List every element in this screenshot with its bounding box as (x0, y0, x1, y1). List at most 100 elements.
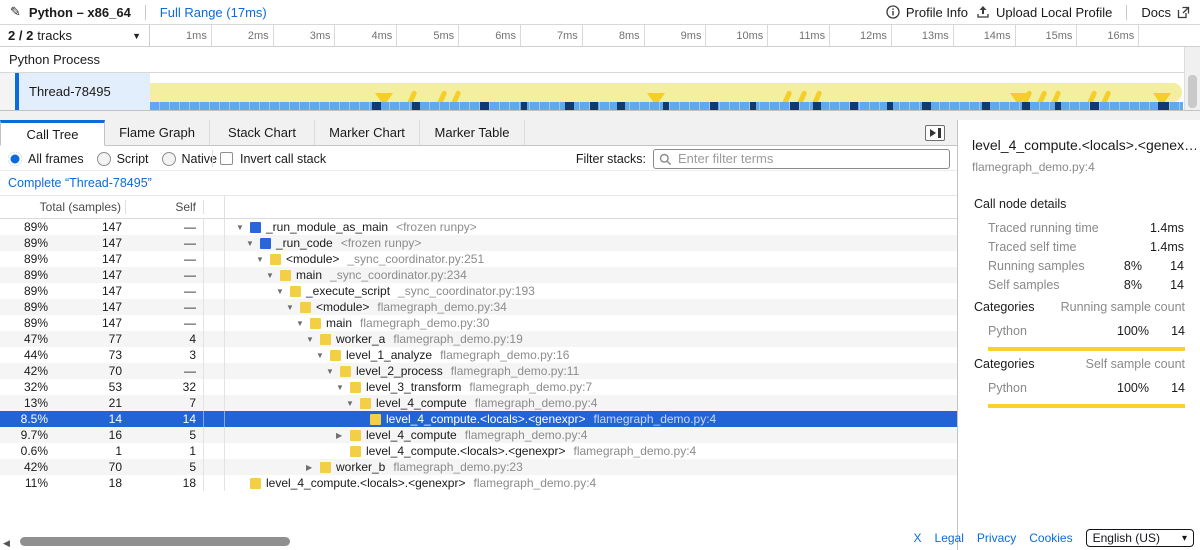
function-location: flamegraph_demo.py:16 (440, 348, 569, 362)
expand-collapse-icon[interactable]: ▼ (246, 239, 260, 248)
expand-collapse-icon[interactable]: ▼ (276, 287, 290, 296)
call-tree-row[interactable]: 89% 147 — ▼ _run_code <frozen runpy> (0, 235, 957, 251)
function-cell: level_4_compute.<locals>.<genexpr> flame… (225, 412, 716, 426)
timeline-scrollbar-thumb[interactable] (1188, 75, 1197, 108)
panel-tab[interactable]: Call Tree (0, 120, 105, 146)
busy-sample-segment (372, 102, 381, 110)
call-tree-row[interactable]: 13% 21 7 ▼ level_4_compute flamegraph_de… (0, 395, 957, 411)
filter-stacks-input[interactable] (653, 149, 950, 169)
frame-filter-radio[interactable]: All frames (8, 152, 84, 166)
expand-collapse-icon[interactable]: ▼ (326, 367, 340, 376)
function-cell: ▶ worker_b flamegraph_demo.py:23 (225, 460, 523, 474)
call-tree-row[interactable]: 42% 70 5 ▶ worker_b flamegraph_demo.py:2… (0, 459, 957, 475)
expand-collapse-icon[interactable]: ▼ (346, 399, 360, 408)
total-samples-cell: 147 (52, 268, 126, 282)
radio-icon[interactable] (97, 152, 111, 166)
footer-link[interactable]: Legal (935, 531, 964, 545)
thread-gutter (0, 73, 15, 110)
category-strip-cell (204, 411, 225, 427)
total-percent-cell: 32% (0, 380, 52, 394)
call-tree-row[interactable]: 32% 53 32 ▼ level_3_transform flamegraph… (0, 379, 957, 395)
ruler-tick: 12ms (830, 25, 892, 46)
sidebar-toggle-button[interactable] (925, 125, 945, 141)
footer-link[interactable]: Privacy (977, 531, 1016, 545)
breadcrumb[interactable]: Complete “Thread-78495” (8, 176, 152, 190)
call-tree-row[interactable]: 9.7% 16 5 ▶ level_4_compute flamegraph_d… (0, 427, 957, 443)
categories-title: Categories (974, 357, 1034, 371)
frame-filter-radio[interactable]: Script (97, 152, 149, 166)
total-samples-cell: 147 (52, 220, 126, 234)
function-location: flamegraph_demo.py:4 (473, 476, 596, 490)
thread-activity-canvas[interactable] (150, 73, 1184, 110)
function-name: _run_code (276, 236, 333, 250)
radio-icon[interactable] (162, 152, 176, 166)
call-tree-row[interactable]: 89% 147 — ▼ _execute_script _sync_coordi… (0, 283, 957, 299)
expand-collapse-icon[interactable]: ▼ (286, 303, 300, 312)
call-tree-row[interactable]: 42% 70 — ▼ level_2_process flamegraph_de… (0, 363, 957, 379)
function-name: level_3_transform (366, 380, 461, 394)
function-name: worker_b (336, 460, 385, 474)
function-cell: ▼ main _sync_coordinator.py:234 (225, 268, 467, 282)
ruler-tick: 3ms (274, 25, 336, 46)
process-track-header[interactable]: Python Process (0, 47, 1200, 73)
panel-tab[interactable]: Flame Graph (105, 120, 210, 145)
ruler-tick-label: 4ms (372, 30, 393, 42)
edit-profile-name-icon[interactable]: ✎ (10, 4, 21, 20)
language-select[interactable]: English (US) ▾ (1086, 529, 1194, 547)
tracks-dropdown[interactable]: 2 / 2 tracks ▼ (0, 25, 150, 46)
self-samples-cell: — (126, 251, 204, 267)
call-tree-row[interactable]: 0.6% 1 1 level_4_compute.<locals>.<genex… (0, 443, 957, 459)
full-range-link[interactable]: Full Range (17ms) (160, 5, 267, 20)
scroll-left-arrow-icon[interactable]: ◀ (3, 538, 10, 549)
ruler-tick-label: 11ms (799, 30, 825, 42)
timeline-vertical-scrollbar[interactable] (1184, 47, 1200, 110)
upload-profile-button[interactable]: Upload Local Profile (976, 5, 1112, 20)
radio-icon[interactable] (8, 152, 22, 166)
call-tree-row[interactable]: 89% 147 — ▼ <module> flamegraph_demo.py:… (0, 299, 957, 315)
invert-call-stack-control[interactable]: Invert call stack (220, 146, 326, 171)
expand-collapse-icon[interactable]: ▼ (316, 351, 330, 360)
category-strip-cell (204, 363, 225, 379)
ruler-ticks: 1ms 2ms 3ms 4ms 5ms 6ms 7ms 8ms 9ms 10ms… (150, 25, 1200, 46)
category-strip-cell (204, 219, 225, 235)
self-samples-cell: — (126, 219, 204, 235)
panel-tab[interactable]: Marker Chart (315, 120, 420, 145)
expand-collapse-icon[interactable]: ▶ (336, 431, 350, 440)
footer-link[interactable]: X (914, 531, 922, 545)
invert-call-stack-checkbox[interactable] (220, 152, 233, 165)
expand-collapse-icon[interactable]: ▼ (266, 271, 280, 280)
category-strip-cell (204, 251, 225, 267)
call-tree-row[interactable]: 89% 147 — ▼ <module> _sync_coordinator.p… (0, 251, 957, 267)
docs-link[interactable]: Docs (1141, 5, 1190, 20)
ruler-tick: 16ms (1077, 25, 1139, 46)
call-tree-row[interactable]: 89% 147 — ▼ _run_module_as_main <frozen … (0, 219, 957, 235)
panel-tab[interactable]: Stack Chart (210, 120, 315, 145)
expand-collapse-icon[interactable]: ▼ (296, 319, 310, 328)
expand-collapse-icon[interactable]: ▼ (236, 223, 250, 232)
call-tree-row[interactable]: 89% 147 — ▼ main _sync_coordinator.py:23… (0, 267, 957, 283)
detail-row: Traced running time 1.4ms (988, 218, 1184, 237)
call-tree-row[interactable]: 8.5% 14 14 level_4_compute.<locals>.<gen… (0, 411, 957, 427)
frame-filter-radio[interactable]: Native (162, 152, 217, 166)
profile-info-button[interactable]: Profile Info (886, 5, 968, 20)
call-tree-row[interactable]: 47% 77 4 ▼ worker_a flamegraph_demo.py:1… (0, 331, 957, 347)
panel-tab[interactable]: Marker Table (420, 120, 525, 145)
thread-track-label[interactable]: Thread-78495 (19, 73, 150, 110)
call-tree-row[interactable]: 11% 18 18 level_4_compute.<locals>.<gene… (0, 475, 957, 491)
expand-collapse-icon[interactable]: ▼ (336, 383, 350, 392)
expand-collapse-icon[interactable]: ▶ (306, 463, 320, 472)
function-cell: ▼ _execute_script _sync_coordinator.py:1… (225, 284, 535, 298)
horizontal-scrollbar-thumb[interactable] (20, 537, 290, 546)
categories-section: Categories Running sample count Python 1… (958, 300, 1200, 351)
expand-collapse-icon[interactable]: ▼ (256, 255, 270, 264)
call-tree-row[interactable]: 44% 73 3 ▼ level_1_analyze flamegraph_de… (0, 347, 957, 363)
header-divider (145, 5, 146, 20)
function-location: _sync_coordinator.py:234 (330, 268, 467, 282)
ruler-tick-label: 14ms (984, 30, 1011, 42)
expand-collapse-icon[interactable]: ▼ (306, 335, 320, 344)
detail-value: 14 (1142, 259, 1184, 273)
call-tree-row[interactable]: 89% 147 — ▼ main flamegraph_demo.py:30 (0, 315, 957, 331)
language-value: English (US) (1093, 531, 1160, 545)
footer-link[interactable]: Cookies (1029, 531, 1072, 545)
busy-sample-segment (1158, 102, 1169, 110)
